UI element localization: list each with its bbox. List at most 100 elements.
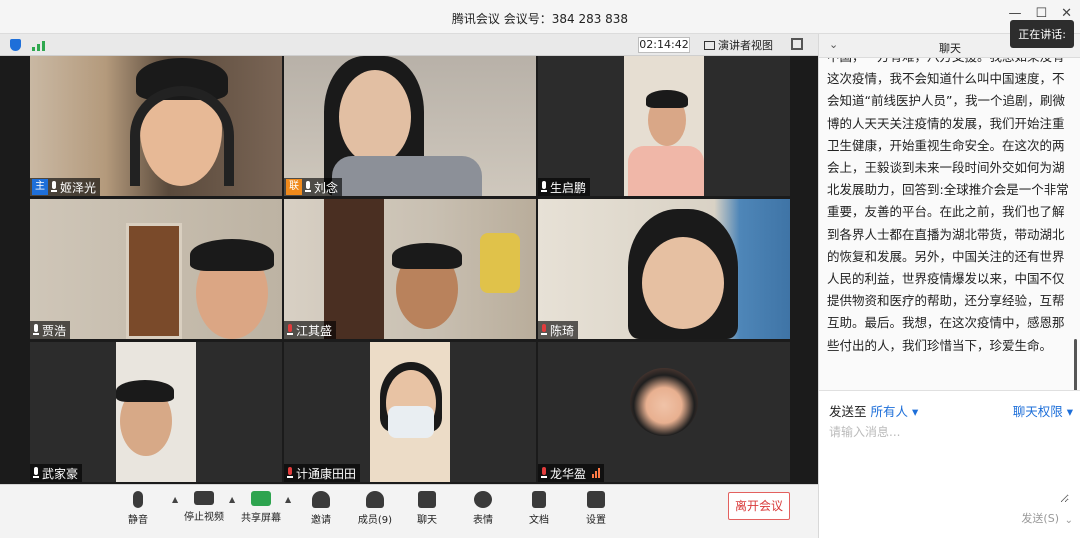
video-top-bar: 02:14:42 演讲者视图	[0, 34, 818, 56]
participant-hair	[646, 90, 688, 108]
video-tile[interactable]: 武家豪	[30, 342, 282, 482]
window-title: 腾讯会议 会议号：384 283 838	[451, 12, 629, 26]
send-to-selector[interactable]: 发送至 所有人 ▾	[829, 401, 918, 420]
video-tile[interactable]: 龙华盈	[538, 342, 790, 482]
invite-label: 邀请	[311, 515, 331, 526]
participant-body	[628, 146, 704, 196]
maximize-icon[interactable]: ☐	[1035, 6, 1047, 21]
stop-video-label: 停止视频	[184, 512, 224, 523]
participant-hair	[116, 380, 174, 402]
send-to-label: 发送至	[829, 404, 867, 419]
network-signal-icon[interactable]	[32, 39, 46, 51]
mic-icon	[540, 181, 548, 193]
participant-name: 生启鹏	[550, 180, 587, 195]
participant-name: 陈琦	[550, 323, 575, 338]
video-tile[interactable]: 陈琦	[538, 199, 790, 339]
chat-button[interactable]: 聊天	[397, 491, 457, 526]
documents-button[interactable]: 文档	[509, 491, 569, 526]
permission-dropdown-icon: ▾	[1062, 404, 1073, 419]
speaking-indicator: 正在讲话:	[1010, 20, 1074, 48]
participant-name-tag: 主 姬泽光	[30, 178, 101, 196]
members-label: 成员(9)	[357, 515, 393, 526]
settings-button[interactable]: 设置	[566, 491, 626, 526]
reactions-label: 表情	[473, 515, 493, 526]
reactions-button[interactable]: 表情	[453, 491, 513, 526]
window-controls: — ☐ ✕	[1008, 6, 1072, 21]
chat-message-input[interactable]	[829, 423, 1069, 503]
stop-video-button[interactable]: 停止视频	[174, 491, 234, 523]
security-shield-icon[interactable]	[10, 39, 21, 51]
share-screen-label: 共享屏幕	[241, 513, 281, 524]
meeting-timer: 02:14:42	[638, 37, 690, 53]
send-options-chevron-icon[interactable]: ⌄	[1065, 515, 1073, 526]
video-tile[interactable]: 联 刘念	[284, 56, 536, 196]
video-grid: 主 姬泽光 联 刘念 生启鹏 贾浩 江其盛 陈琦 武家豪 计通康田田 龙华盈	[30, 56, 790, 484]
participant-hair	[190, 239, 274, 271]
smiley-icon	[474, 491, 492, 508]
fullscreen-icon[interactable]	[791, 38, 803, 50]
chat-compose: 发送至 所有人 ▾ 聊天权限 ▾ 发送(S) ⌄	[819, 390, 1080, 538]
chat-label: 聊天	[417, 515, 437, 526]
layout-icon	[704, 40, 715, 50]
chat-permission-label: 聊天权限	[1012, 404, 1063, 419]
send-button[interactable]: 发送(S)	[1021, 510, 1059, 526]
send-to-value: 所有人	[870, 404, 909, 419]
chat-messages[interactable]: 中国，一方有难，八方支援。我想如果没有这次疫情，我不会知道什么叫中国速度，不会知…	[827, 58, 1073, 398]
mic-muted-icon	[540, 324, 548, 336]
presenter-view-button[interactable]: 演讲者视图	[704, 37, 773, 53]
settings-label: 设置	[586, 515, 606, 526]
participant-name: 龙华盈	[550, 466, 587, 481]
control-bar: 静音 ▲ 停止视频 ▲ 共享屏幕 ▲ 邀请 成员(9) 聊天 表情 文档 设置 …	[0, 484, 818, 538]
members-button[interactable]: 成员(9)	[345, 491, 405, 526]
mic-muted-icon	[540, 467, 548, 479]
document-icon	[532, 491, 546, 508]
minimize-icon[interactable]: —	[1008, 6, 1021, 21]
mute-label: 静音	[128, 515, 148, 526]
participant-name: 姬泽光	[60, 180, 97, 195]
video-tile[interactable]: 贾浩	[30, 199, 282, 339]
documents-label: 文档	[529, 515, 549, 526]
leave-meeting-button[interactable]: 离开会议	[728, 492, 790, 520]
settings-grid-icon	[587, 491, 605, 508]
invite-person-icon	[312, 491, 330, 508]
presenter-view-label: 演讲者视图	[718, 39, 773, 52]
participant-name: 贾浩	[42, 323, 67, 338]
invite-button[interactable]: 邀请	[291, 491, 351, 526]
video-area: 02:14:42 演讲者视图 主 姬泽光 联 刘念 生启鹏 贾浩 江其盛 陈琦 …	[0, 34, 818, 538]
chat-panel: ⌄ 聊天 中国，一方有难，八方支援。我想如果没有这次疫情，我不会知道什么叫中国速…	[818, 34, 1080, 538]
microphone-icon	[133, 491, 143, 508]
mic-icon	[50, 181, 58, 193]
mic-icon	[32, 324, 40, 336]
background-door	[324, 199, 384, 339]
mic-muted-icon	[286, 324, 294, 336]
title-bar: 腾讯会议 会议号：384 283 838 — ☐ ✕	[0, 0, 1080, 34]
share-screen-icon	[251, 491, 271, 506]
video-tile[interactable]: 计通康田田	[284, 342, 536, 482]
video-tile[interactable]: 生启鹏	[538, 56, 790, 196]
avatar	[630, 368, 698, 436]
participant-name-tag: 计通康田田	[284, 464, 361, 482]
audio-level-icon	[592, 468, 601, 478]
mic-icon	[32, 467, 40, 479]
participant-name-tag: 联 刘念	[284, 178, 343, 196]
mic-muted-icon	[286, 467, 294, 479]
members-icon	[366, 491, 384, 508]
cohost-badge-icon: 联	[286, 179, 302, 195]
video-tile[interactable]: 江其盛	[284, 199, 536, 339]
participant-name-tag: 陈琦	[538, 321, 579, 339]
participant-face	[642, 237, 724, 329]
mute-button[interactable]: 静音	[108, 491, 168, 526]
share-screen-button[interactable]: 共享屏幕	[231, 491, 291, 524]
chat-bubble-icon	[418, 491, 436, 508]
participant-name-tag: 龙华盈	[538, 464, 605, 482]
participant-name: 武家豪	[42, 466, 79, 481]
participant-name: 江其盛	[296, 323, 333, 338]
meeting-window: 腾讯会议 会议号：384 283 838 — ☐ ✕ 正在讲话: 02:14:4…	[0, 0, 1080, 538]
video-tile[interactable]: 主 姬泽光	[30, 56, 282, 196]
participant-name: 刘念	[314, 180, 339, 195]
close-icon[interactable]: ✕	[1061, 6, 1072, 21]
participant-face	[339, 70, 411, 164]
chat-permission-dropdown[interactable]: 聊天权限 ▾	[1013, 401, 1073, 420]
send-to-dropdown-icon: ▾	[908, 404, 919, 419]
participant-name: 计通康田田	[296, 466, 357, 481]
